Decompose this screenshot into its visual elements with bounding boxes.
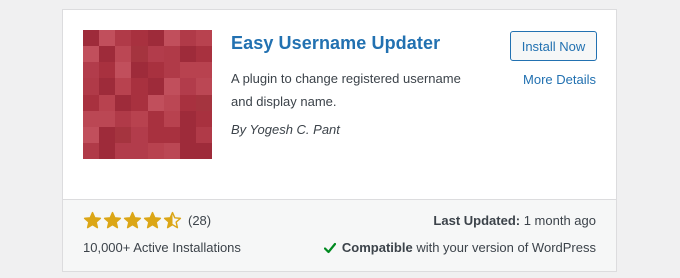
plugin-author: By Yogesh C. Pant [231, 122, 340, 137]
plugin-card-top: Easy Username Updater Install Now More D… [63, 10, 616, 201]
star-filled-icon [123, 211, 142, 229]
plugin-thumbnail[interactable] [83, 30, 212, 159]
plugin-title[interactable]: Easy Username Updater [231, 33, 440, 54]
stars [83, 211, 183, 230]
checkmark-icon [323, 242, 336, 253]
rating-count[interactable]: (28) [188, 213, 211, 228]
star-rating: (28) [83, 211, 211, 230]
compatible-text: with your version of WordPress [416, 240, 596, 255]
star-filled-icon [143, 211, 162, 229]
active-installs: 10,000+ Active Installations [83, 240, 241, 255]
compatibility: Compatible with your version of WordPres… [323, 240, 596, 255]
compatible-label: Compatible [341, 240, 413, 255]
plugin-card-bottom: (28) 10,000+ Active Installations Last U… [63, 199, 616, 271]
star-filled-icon [103, 211, 122, 229]
plugin-card: Easy Username Updater Install Now More D… [62, 9, 617, 272]
last-updated: Last Updated: 1 month ago [433, 213, 596, 228]
more-details-link[interactable]: More Details [523, 72, 596, 87]
last-updated-value: 1 month ago [523, 213, 596, 228]
plugin-description: A plugin to change registered username a… [231, 71, 461, 109]
install-now-button[interactable]: Install Now [510, 31, 597, 61]
star-half-icon [163, 211, 182, 229]
last-updated-label: Last Updated: [433, 213, 521, 228]
star-filled-icon [83, 211, 102, 229]
